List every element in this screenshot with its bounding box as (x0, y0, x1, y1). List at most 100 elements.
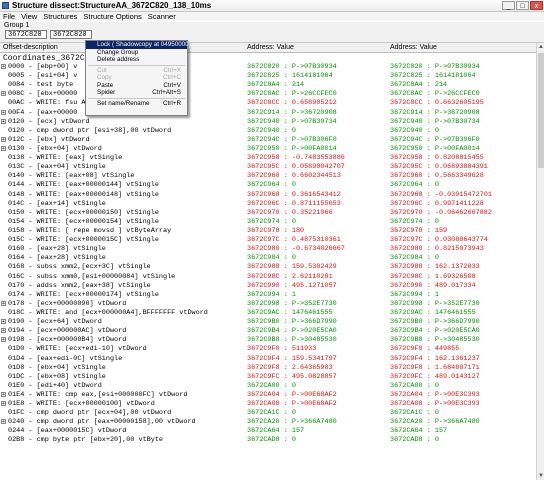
scroll-up-icon[interactable]: ▲ (537, 43, 544, 51)
address-field-1[interactable]: 3672C820 (5, 30, 47, 39)
value-cell-2[interactable]: 3672C974 : 0 (390, 218, 439, 227)
column-value-1[interactable]: Address: Value (247, 43, 294, 52)
value-cell-1[interactable]: 3672C820 : P->07B30934 (247, 63, 337, 72)
value-cell-1[interactable]: 3672C940 : P->07B30734 (247, 118, 337, 127)
expand-icon[interactable]: + (1, 328, 6, 334)
table-row[interactable]: 02B8 - cmp byte ptr [ebx+20],00 vtByte 36… (0, 436, 536, 445)
value-cell-2[interactable]: 3672CAD8 : 0 (390, 436, 439, 445)
menu-scanner[interactable]: Scanner (145, 12, 179, 21)
value-cell-1[interactable]: 3672C970 : 0.35221066 (247, 209, 333, 218)
value-cell-2[interactable]: 3672C994 : 1 (390, 291, 439, 300)
value-cell-1[interactable]: 3672C914 : P->36720908 (247, 109, 337, 118)
table-row[interactable]: +01E8 - WRITE: [ecx+00000100] vtDword 367… (0, 400, 536, 409)
expand-icon[interactable]: + (1, 391, 6, 397)
value-cell-1[interactable]: 3672C9F0 : 511933 (247, 345, 316, 354)
value-cell-1[interactable]: 3672C98C : 2.62110281 (247, 273, 333, 282)
table-row[interactable]: 0140 - WRITE: [eax+08] vtSingle 3672C960 … (0, 172, 536, 181)
scroll-thumb[interactable] (538, 53, 544, 168)
value-cell-1[interactable]: 3672C9FC : 495.0828857 (247, 373, 337, 382)
table-row[interactable]: 015C - WRITE: [ecx+0000015C] vtSingle 367… (0, 236, 536, 245)
table-row[interactable]: 0148 - WRITE: [eax+00000148] vtSingle 367… (0, 191, 536, 200)
expand-icon[interactable]: + (1, 337, 6, 343)
value-cell-2[interactable]: 3672C9F8 : 1.684887171 (390, 364, 480, 373)
maximize-button[interactable]: □ (516, 1, 529, 10)
value-cell-2[interactable]: 3672CA04 : P->00E3C393 (390, 391, 480, 400)
value-cell-2[interactable]: 3672C950 : P->00FA0014 (390, 145, 480, 154)
value-cell-2[interactable]: 3672C978 : 159 (390, 227, 447, 236)
table-row[interactable]: +008C - [ebx+00000 3672C8AC : P->26CCFEC0… (0, 90, 536, 99)
context-menu-item[interactable]: Lock ( Shadowcopy at 04950000) (86, 41, 191, 49)
scroll-down-icon[interactable]: ▼ (537, 472, 544, 480)
value-cell-2[interactable]: 3672C9B0 : P->366D7990 (390, 318, 480, 327)
value-cell-1[interactable]: 3672C9F8 : 2.64365983 (247, 364, 333, 373)
table-row[interactable]: +0190 - [ecx+64] vtDword 3672C9B0 : P->36… (0, 318, 536, 327)
table-row[interactable]: 0144 - WRITE: [eax+00000144] vtSingle 367… (0, 181, 536, 190)
value-cell-1[interactable]: 3672C960 : 0.6602344513 (247, 172, 341, 181)
table-row[interactable]: 0174 - WRITE: [ecx+00000174] vtSingle 367… (0, 291, 536, 300)
value-cell-1[interactable]: 3672C984 : 0 (247, 254, 296, 263)
context-menu-item[interactable]: Copy Ctrl+C (86, 74, 187, 82)
table-row[interactable]: +01E4 - WRITE: cmp eax,[esi+000000FC] vt… (0, 391, 536, 400)
table-row[interactable]: 0084 - test byte 3672C8A4 : 214 3672C8A4 :… (0, 81, 536, 90)
value-cell-1[interactable]: 3672C9AC : 1476461555 (247, 309, 333, 318)
root-structure-label[interactable]: Coordinates_3672C82 (3, 54, 94, 63)
value-cell-2[interactable]: 3672C980 : 0.8215073943 (390, 245, 484, 254)
value-cell-1[interactable]: 3672C974 : 0 (247, 218, 296, 227)
value-cell-2[interactable]: 3672C968 : -0.03915472701 (390, 191, 492, 200)
table-row[interactable]: 0164 - [eax+28] vtSingle 3672C984 : 0 3672… (0, 254, 536, 263)
table-row[interactable]: 014C - [eax+14] vtSingle 3672C96C : 0.871… (0, 200, 536, 209)
menu-structures[interactable]: Structures (40, 12, 80, 21)
menu-file[interactable]: File (0, 12, 18, 21)
value-cell-1[interactable]: 3672C825 : 1614181064 (247, 72, 333, 81)
value-cell-2[interactable]: 3672C9B4 : P->020E5CA0 (390, 327, 480, 336)
table-row[interactable]: 0158 - WRITE: [ repe movsd ] vtByteArray… (0, 227, 536, 236)
value-cell-1[interactable]: 3672C9B8 : P->30485530 (247, 336, 337, 345)
value-cell-2[interactable]: 3672C940 : P->07B30734 (390, 118, 480, 127)
value-cell-2[interactable]: 3672C958 : 0.8208815455 (390, 154, 484, 163)
value-cell-1[interactable]: 3672CA20 : P->366A7480 (247, 418, 337, 427)
table-row[interactable]: +0198 - [ecx+000000B4] vtDword 3672C9B8 :… (0, 336, 536, 345)
value-cell-2[interactable]: 3672C98C : 1.69326508 (390, 273, 476, 282)
table-row[interactable]: +00F4 - [eax+00000 3672C914 : P->36720908… (0, 109, 536, 118)
value-cell-2[interactable]: 3672CA64 : 157 (390, 427, 447, 436)
menu-structure-options[interactable]: Structure Options (80, 12, 144, 21)
table-row[interactable]: 0160 - [eax+28] vtSingle 3672C980 : -0.67… (0, 245, 536, 254)
menu-view[interactable]: View (18, 12, 40, 21)
value-cell-1[interactable]: 3672C990 : 495.1271057 (247, 282, 337, 291)
value-cell-1[interactable]: 3672CA08 : P->00E68AF2 (247, 400, 337, 409)
vertical-scrollbar[interactable]: ▲ ▼ (536, 43, 544, 480)
table-row[interactable]: +0194 - [ecx+000000AC] vtDword 3672C9B4 :… (0, 327, 536, 336)
value-cell-1[interactable]: 3672C988 : 159.5302429 (247, 263, 337, 272)
value-cell-1[interactable]: 3672C8A4 : 214 (247, 81, 304, 90)
value-cell-1[interactable]: 3672C980 : -0.6734026667 (247, 245, 345, 254)
value-cell-2[interactable]: 3672C940 : 0 (390, 127, 439, 136)
table-row[interactable]: 0168 - subss xmm2,[ecx+3C] vtSingle 3672C… (0, 263, 536, 272)
value-cell-2[interactable]: 3672C820 : P->07B30934 (390, 63, 480, 72)
value-cell-2[interactable]: 3672CA08 : P->00E3C393 (390, 400, 480, 409)
value-cell-2[interactable]: 3672C8AC : P->26CCFEC0 (390, 90, 480, 99)
value-cell-1[interactable]: 3672CA04 : P->00E68AF2 (247, 391, 337, 400)
value-cell-1[interactable]: 3672C9B4 : P->020E5CA0 (247, 327, 337, 336)
value-cell-2[interactable]: 3672C95C : 0.06893884391 (390, 163, 488, 172)
expand-icon[interactable]: + (1, 419, 6, 425)
close-button[interactable]: x (530, 1, 543, 10)
table-row[interactable]: +0130 - [ebx+04] vtDword 3672C950 : P->00… (0, 145, 536, 154)
value-cell-1[interactable]: 3672CAD8 : 0 (247, 436, 296, 445)
value-cell-1[interactable]: 3672C940 : 0 (247, 127, 296, 136)
table-row[interactable]: 01D0 - WRITE: [ecx+edi-10] vtDword 3672C9… (0, 345, 536, 354)
value-cell-1[interactable]: 3672C94C : P->07B306F0 (247, 136, 337, 145)
column-offset[interactable]: Offset-description (3, 43, 58, 52)
value-cell-1[interactable]: 3672CA64 : 157 (247, 427, 304, 436)
value-cell-2[interactable]: 3672CA00 : 0 (390, 382, 439, 391)
context-menu-item[interactable]: Set name/Rename Ctrl+R (86, 100, 187, 108)
table-row[interactable]: +0178 - [ecx+00000090] vtDword 3672C998 :… (0, 300, 536, 309)
value-cell-1[interactable]: 3672C994 : 1 (247, 291, 296, 300)
table-row[interactable]: 01FC - cmp dword ptr [ecx+04],00 vtDword… (0, 409, 536, 418)
table-row[interactable]: 01E0 - [edi+40] vtDword 3672CA00 : 0 3672C… (0, 382, 536, 391)
table-row[interactable]: 0244 - [eax+0000015C] vtDword 3672CA64 : … (0, 427, 536, 436)
value-cell-2[interactable]: 3672C998 : P->352E7730 (390, 300, 480, 309)
value-cell-2[interactable]: 3672CA1C : 0 (390, 409, 439, 418)
context-menu-item[interactable]: Change Group (86, 49, 187, 57)
value-cell-2[interactable]: 3672C8CC : 0.6632605195 (390, 99, 484, 108)
column-value-2[interactable]: Address: Value (390, 43, 437, 52)
